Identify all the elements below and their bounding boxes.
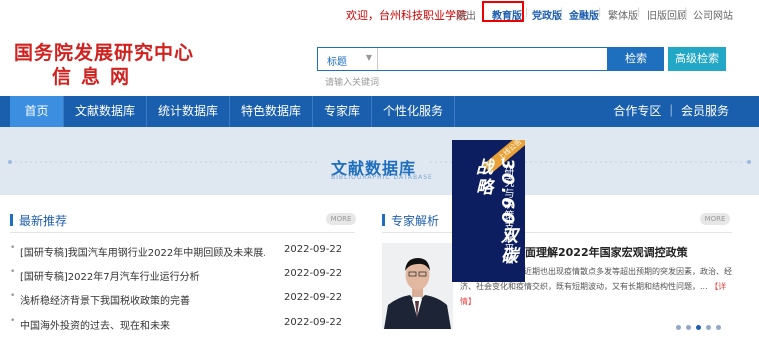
nav-expert-db[interactable]: 专家库 xyxy=(313,96,371,127)
news-row[interactable]: • 中国海外投资的过去、现在和未来 2022-09-22 xyxy=(10,316,350,332)
site-logo-line1[interactable]: 国务院发展研究中心 xyxy=(14,38,194,65)
main-nav: 首页 文献数据库 统计数据库 特色数据库 专家库 个性化服务 合作专区 ｜ 会员… xyxy=(0,96,759,127)
site-logo-line2[interactable]: 信息网 xyxy=(52,62,139,89)
nav-feature-db[interactable]: 特色数据库 xyxy=(230,96,312,127)
latest-more-button[interactable]: MORE xyxy=(326,213,356,225)
nav-cooperation-member[interactable]: 合作专区 ｜ 会员服务 xyxy=(613,96,729,127)
section-marker xyxy=(10,214,13,226)
news-date: 2022-09-22 xyxy=(284,268,343,279)
search-field-select[interactable]: 标题 ▼ xyxy=(318,48,378,70)
company-site-link[interactable]: 公司网站 xyxy=(693,7,733,22)
news-date: 2022-09-22 xyxy=(284,244,343,255)
news-date: 2022-09-22 xyxy=(284,317,343,328)
nav-personal-service[interactable]: 个性化服务 xyxy=(372,96,454,127)
latest-section-title: 最新推荐 xyxy=(19,214,68,228)
logout-link[interactable]: 退出 xyxy=(456,7,476,22)
banner-subtitle: BIBLIOGRAPHIC DATABASE xyxy=(331,174,433,181)
carousel-dot-active[interactable] xyxy=(696,325,701,330)
search-input[interactable] xyxy=(379,48,607,70)
gov-version-link[interactable]: 党政版 xyxy=(532,7,562,22)
carousel-dot[interactable] xyxy=(686,325,691,330)
news-title[interactable]: [国研专稿]2022年7月汽车行业运行分析 xyxy=(20,268,265,283)
advanced-search-button[interactable]: 高级检索 xyxy=(668,47,726,71)
ad-subtitle: 研究与决策支撑平台 xyxy=(502,166,513,265)
edu-version-link[interactable]: 教育版 xyxy=(492,7,522,22)
nav-home[interactable]: 首页 xyxy=(10,96,63,127)
top-bar: 欢迎，台州科技职业学院 退出 教育版 | 党政版 | 金融版 | 繁体版 | 旧… xyxy=(0,0,759,26)
expert-more-button[interactable]: MORE xyxy=(700,213,730,225)
news-title[interactable]: 中国海外投资的过去、现在和未来 xyxy=(20,317,265,332)
news-row[interactable]: • 浅析稳经济背景下我国税收政策的完善 2022-09-22 xyxy=(10,291,350,307)
news-date: 2022-09-22 xyxy=(284,292,343,303)
news-title[interactable]: [国研专稿]我国汽车用钢行业2022年中期回顾及未来展... xyxy=(20,244,265,259)
news-row[interactable]: • [国研专稿]2022年7月汽车行业运行分析 2022-09-22 xyxy=(10,267,350,283)
floating-ad-banner[interactable]: 上线公告 30.60双碳战略 研究与决策支撑平台 xyxy=(452,140,525,282)
carousel-dot[interactable] xyxy=(676,325,681,330)
welcome-text: 欢迎，台州科技职业学院 xyxy=(346,9,467,22)
search-field-value: 标题 xyxy=(327,57,347,68)
old-version-link[interactable]: 旧版回顾 xyxy=(647,7,687,22)
news-row[interactable]: • [国研专稿]我国汽车用钢行业2022年中期回顾及未来展... 2022-09… xyxy=(10,243,350,259)
expert-photo[interactable] xyxy=(382,243,453,329)
expert-section-title: 专家解析 xyxy=(391,214,440,228)
section-marker xyxy=(382,214,385,226)
nav-statistics-db[interactable]: 统计数据库 xyxy=(147,96,229,127)
carousel-dot[interactable] xyxy=(716,325,721,330)
search-box: 标题 ▼ xyxy=(317,47,608,71)
nav-literature-db[interactable]: 文献数据库 xyxy=(64,96,146,127)
expert-article-title[interactable]: 全面理解2022年国家宏观调控政策 xyxy=(514,244,688,260)
search-hint: 请输入关键词 xyxy=(325,78,380,88)
traditional-chinese-link[interactable]: 繁体版 xyxy=(608,7,638,22)
chevron-down-icon: ▼ xyxy=(365,53,372,62)
news-title[interactable]: 浅析稳经济背景下我国税收政策的完善 xyxy=(20,292,265,307)
carousel-dot[interactable] xyxy=(706,325,711,330)
expert-portrait-image xyxy=(382,243,453,329)
finance-version-link[interactable]: 金融版 xyxy=(569,7,599,22)
search-button[interactable]: 检索 xyxy=(608,47,664,71)
